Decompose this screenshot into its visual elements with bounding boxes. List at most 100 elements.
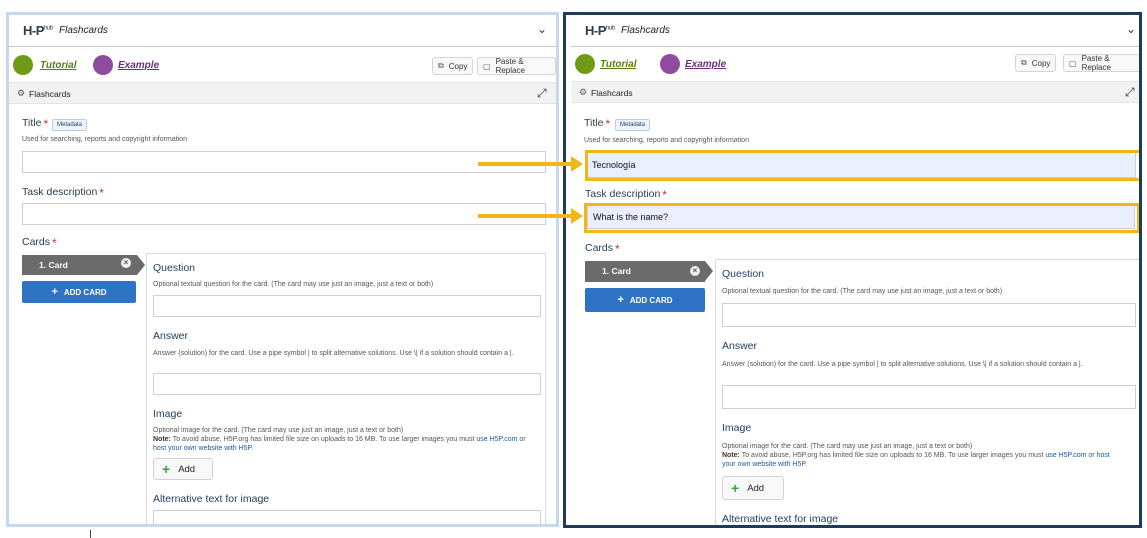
task-description-label: Task description * bbox=[585, 188, 667, 202]
card-editor: Question Optional textual question for t… bbox=[146, 253, 546, 524]
task-description-label: Task description * bbox=[22, 186, 104, 200]
example-icon bbox=[660, 54, 680, 74]
card-tab-1[interactable]: 1. Card × bbox=[585, 261, 713, 282]
question-description: Optional textual question for the card. … bbox=[722, 288, 1003, 295]
cards-label: Cards * bbox=[585, 242, 620, 256]
paste-icon: ▢ bbox=[483, 61, 491, 71]
question-input[interactable] bbox=[722, 303, 1136, 327]
h5p-hub-logo: H-Phub bbox=[23, 23, 53, 38]
example-link[interactable]: Example bbox=[660, 54, 726, 74]
host-own-website-link[interactable]: host your own website with H5P bbox=[153, 445, 251, 452]
tutorial-icon bbox=[575, 54, 595, 74]
image-label: Image bbox=[722, 422, 752, 434]
add-card-button[interactable]: + ADD CARD bbox=[585, 288, 705, 312]
add-image-button[interactable]: + Add bbox=[722, 476, 784, 500]
plus-icon: + bbox=[51, 286, 58, 298]
chevron-down-icon[interactable]: ⌄ bbox=[537, 22, 547, 36]
question-label: Question bbox=[153, 262, 196, 274]
title-highlight-box bbox=[585, 150, 1139, 181]
metadata-button[interactable]: Metadata bbox=[615, 119, 651, 131]
tutorial-bar: Tutorial Example ⧉ Copy ▢ Paste & Replace bbox=[9, 48, 556, 82]
image-description: Optional image for the card. (The card m… bbox=[722, 443, 1110, 468]
card-tab-1[interactable]: 1. Card × bbox=[22, 255, 145, 275]
add-card-button[interactable]: + ADD CARD bbox=[22, 281, 136, 303]
remove-card-icon[interactable]: × bbox=[121, 258, 131, 268]
question-description: Optional textual question for the card. … bbox=[153, 281, 434, 288]
question-input[interactable] bbox=[153, 295, 541, 317]
green-plus-icon: + bbox=[731, 480, 740, 496]
copy-button[interactable]: ⧉ Copy bbox=[1015, 54, 1057, 72]
content-type-header[interactable]: H-Phub Flashcards ⌄ bbox=[9, 15, 556, 47]
add-label: Add bbox=[747, 482, 765, 494]
copy-label: Copy bbox=[448, 61, 468, 71]
cards-label: Cards * bbox=[22, 236, 57, 250]
use-h5p-com-link[interactable]: use H5P.com bbox=[476, 436, 517, 443]
tutorial-link[interactable]: Tutorial bbox=[575, 54, 636, 74]
answer-label: Answer bbox=[153, 330, 189, 342]
answer-input[interactable] bbox=[722, 385, 1136, 409]
content-type-name: Flashcards bbox=[59, 25, 108, 36]
metadata-button[interactable]: Metadata bbox=[52, 119, 88, 131]
fullscreen-icon[interactable]: ⤢ bbox=[1125, 85, 1135, 100]
chevron-down-icon[interactable]: ⌄ bbox=[1126, 22, 1136, 36]
copy-button[interactable]: ⧉ Copy bbox=[432, 57, 474, 75]
tutorial-icon bbox=[13, 55, 33, 75]
title-label: Title * bbox=[22, 117, 49, 131]
h5p-hub-logo: H-Phub bbox=[585, 23, 615, 38]
task-description-input[interactable] bbox=[22, 203, 546, 225]
tutorial-label: Tutorial bbox=[40, 59, 77, 71]
add-image-button[interactable]: + Add bbox=[153, 458, 213, 480]
content-type-name: Flashcards bbox=[621, 25, 670, 36]
content-type-header[interactable]: H-Phub Flashcards ⌄ bbox=[571, 15, 1139, 47]
card-editor: Question Optional textual question for t… bbox=[715, 259, 1139, 525]
divider-tick bbox=[90, 530, 91, 538]
add-label: Add bbox=[178, 463, 196, 475]
arrow-to-title bbox=[478, 156, 583, 172]
answer-label: Answer bbox=[722, 340, 758, 352]
answer-description: Answer (solution) for the card. Use a pi… bbox=[153, 350, 514, 357]
tutorial-label: Tutorial bbox=[600, 58, 637, 70]
example-link[interactable]: Example bbox=[93, 55, 159, 75]
paste-replace-button[interactable]: ▢ Paste & Replace bbox=[477, 57, 556, 75]
title-input[interactable] bbox=[22, 151, 546, 173]
title-description: Used for searching, reports and copyrigh… bbox=[584, 137, 749, 144]
card-tab-label: 1. Card bbox=[602, 266, 631, 276]
remove-card-icon[interactable]: × bbox=[690, 266, 700, 276]
task-highlight-box bbox=[584, 203, 1139, 233]
card-tab-pointer bbox=[705, 261, 713, 281]
arrow-head-icon bbox=[571, 208, 583, 224]
paste-label: Paste & Replace bbox=[1081, 54, 1111, 72]
copy-icon: ⧉ bbox=[438, 61, 444, 70]
tutorial-link[interactable]: Tutorial bbox=[13, 55, 76, 75]
example-label: Example bbox=[685, 58, 727, 70]
card-tab-label: 1. Card bbox=[39, 260, 68, 270]
answer-input[interactable] bbox=[153, 373, 541, 395]
green-plus-icon: + bbox=[162, 461, 171, 477]
plus-icon: + bbox=[617, 294, 624, 306]
image-description: Optional image for the card. (The card m… bbox=[153, 427, 526, 452]
add-card-label: ADD CARD bbox=[63, 287, 107, 297]
editor-panel-after: H-Phub Flashcards ⌄ Tutorial Example ⧉ Co… bbox=[563, 12, 1142, 528]
flashcards-section-header: ⚙ Flashcards ⤢ bbox=[9, 82, 556, 104]
copy-icon: ⧉ bbox=[1021, 58, 1027, 67]
paste-replace-button[interactable]: ▢ Paste & Replace bbox=[1063, 54, 1139, 72]
flashcards-icon: ⚙ bbox=[579, 87, 588, 97]
title-description: Used for searching, reports and copyrigh… bbox=[22, 136, 187, 143]
question-label: Question bbox=[722, 268, 765, 280]
card-tab-pointer bbox=[137, 255, 145, 275]
flashcards-section-header: ⚙ Flashcards ⤢ bbox=[571, 81, 1139, 103]
use-h5p-com-link[interactable]: use H5P.com bbox=[1045, 452, 1086, 459]
alt-text-label: Alternative text for image bbox=[153, 493, 270, 505]
title-label: Title * bbox=[584, 117, 611, 131]
paste-icon: ▢ bbox=[1069, 58, 1077, 68]
comparison-stage: H-Phub Flashcards ⌄ Tutorial Example ⧉ Co… bbox=[0, 0, 1147, 538]
section-title: Flashcards bbox=[29, 89, 71, 99]
arrow-head-icon bbox=[571, 156, 583, 172]
tutorial-bar: Tutorial Example ⧉ Copy ▢ Paste & Replace bbox=[571, 48, 1139, 82]
editor-panel-before: H-Phub Flashcards ⌄ Tutorial Example ⧉ Co… bbox=[6, 12, 559, 527]
arrow-to-task bbox=[478, 208, 583, 224]
fullscreen-icon[interactable]: ⤢ bbox=[537, 86, 547, 101]
alt-text-label: Alternative text for image bbox=[722, 513, 839, 525]
alt-text-input[interactable] bbox=[153, 510, 541, 524]
example-icon bbox=[93, 55, 113, 75]
